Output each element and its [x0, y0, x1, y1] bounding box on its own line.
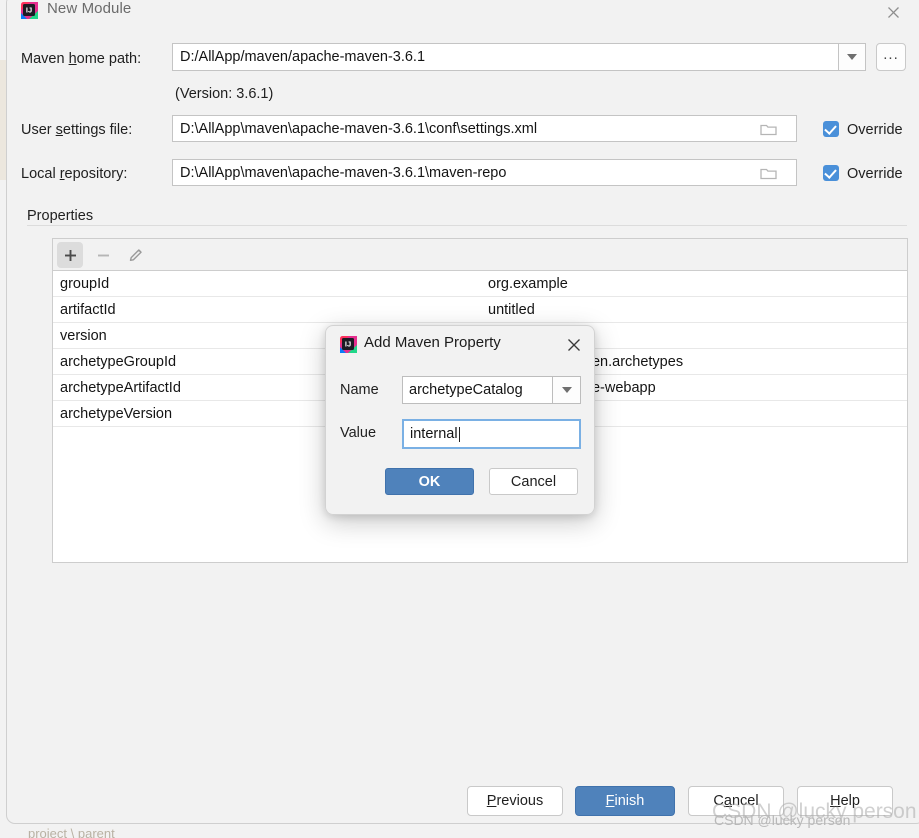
modal-title: Add Maven Property: [364, 334, 501, 351]
local-repository-label: Local repository:: [21, 166, 128, 182]
intellij-idea-icon: IJ: [340, 336, 357, 353]
property-value-cell: org.example: [488, 275, 568, 292]
intellij-idea-icon: IJ: [21, 2, 38, 19]
modal-name-input[interactable]: archetypeCatalog: [402, 376, 553, 404]
modal-name-value: archetypeCatalog: [409, 382, 523, 398]
folder-icon[interactable]: [760, 122, 777, 136]
close-icon[interactable]: [880, 0, 906, 24]
svg-text:IJ: IJ: [345, 340, 351, 349]
maven-home-path-value: D:/AllApp/maven/apache-maven-3.6.1: [180, 49, 426, 65]
modal-ok-button[interactable]: OK: [385, 468, 474, 495]
chevron-down-icon[interactable]: [553, 376, 581, 404]
properties-group-title: Properties: [27, 208, 101, 224]
modal-value-input[interactable]: internal: [402, 419, 581, 449]
dialog-title: New Module: [47, 0, 132, 17]
modal-name-label: Name: [340, 382, 379, 398]
user-settings-file-input[interactable]: D:\AllApp\maven\apache-maven-3.6.1\conf\…: [172, 115, 797, 142]
finish-button[interactable]: Finish: [575, 786, 675, 816]
add-maven-property-dialog: IJ Add Maven Property Name archetypeCata…: [325, 325, 595, 515]
local-repository-input[interactable]: D:\AllApp\maven\apache-maven-3.6.1\maven…: [172, 159, 797, 186]
edit-property-button[interactable]: [123, 242, 149, 268]
add-property-button[interactable]: [57, 242, 83, 268]
property-key-cell: groupId: [60, 275, 110, 292]
maven-version-note: (Version: 3.6.1): [175, 86, 274, 102]
previous-button[interactable]: Previous: [467, 786, 563, 816]
modal-cancel-button[interactable]: Cancel: [489, 468, 578, 495]
folder-icon[interactable]: [760, 166, 777, 180]
screenshot-root: project \ parent IJ New Module Maven hom…: [0, 0, 919, 838]
local-repository-override-label: Override: [847, 166, 903, 182]
table-row[interactable]: groupId org.example: [53, 271, 907, 297]
dialog-titlebar: IJ New Module: [7, 0, 919, 31]
properties-group-divider: [27, 225, 907, 226]
maven-home-path-label: Maven home path:: [21, 51, 142, 67]
close-icon[interactable]: [564, 335, 584, 355]
text-caret: [458, 426, 460, 442]
property-key-cell: artifactId: [60, 301, 116, 318]
user-settings-override-label: Override: [847, 122, 903, 138]
user-settings-override-checkbox[interactable]: [823, 121, 839, 137]
table-row[interactable]: artifactId untitled: [53, 297, 907, 323]
modal-value-value: internal: [410, 426, 458, 442]
svg-text:IJ: IJ: [26, 6, 32, 15]
modal-value-label: Value: [340, 425, 377, 441]
background-breadcrumb: project \ parent: [28, 826, 115, 838]
browse-maven-home-button[interactable]: ...: [876, 43, 906, 71]
user-settings-file-label: User settings file:: [21, 122, 133, 138]
property-value-cell: untitled: [488, 301, 535, 318]
local-repository-override-checkbox[interactable]: [823, 165, 839, 181]
watermark: CSDN @lucky person: [714, 812, 851, 828]
maven-home-path-input[interactable]: D:/AllApp/maven/apache-maven-3.6.1: [172, 43, 839, 71]
remove-property-button[interactable]: [90, 242, 116, 268]
footer-divider: [7, 770, 919, 771]
properties-toolbar: [53, 239, 907, 271]
user-settings-file-value: D:\AllApp\maven\apache-maven-3.6.1\conf\…: [180, 120, 538, 137]
chevron-down-icon[interactable]: [839, 43, 866, 71]
local-repository-value: D:\AllApp\maven\apache-maven-3.6.1\maven…: [180, 164, 507, 181]
